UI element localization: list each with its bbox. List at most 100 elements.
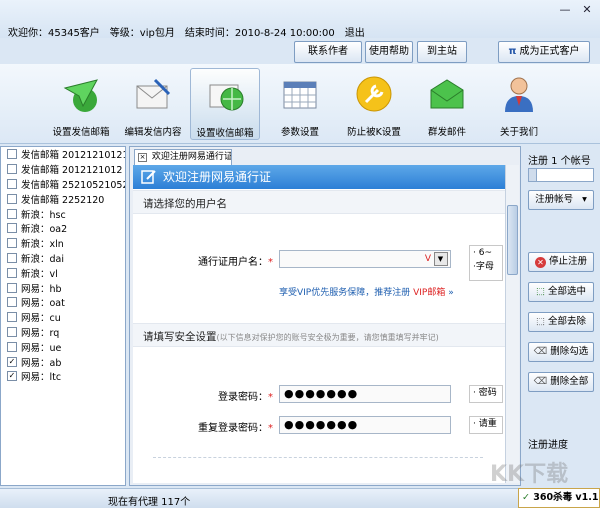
tool-set-receiver-mailbox[interactable]: 设置收信邮箱	[190, 68, 260, 140]
username-label: 通行证用户名：	[198, 257, 268, 268]
main-toolbar: 设置发信邮箱 编辑发信内容 设置收信邮箱 参数设置 防止被K设置 群发邮件 关于…	[0, 64, 600, 144]
wrench-icon	[356, 76, 392, 112]
stop-register-label: 停止注册	[549, 256, 588, 267]
list-item[interactable]: 网易：ue	[1, 339, 125, 354]
account-checkbox[interactable]	[7, 193, 17, 204]
calendar-grid-icon	[283, 81, 317, 109]
main-site-button[interactable]: 到主站	[417, 41, 467, 63]
account-checkbox[interactable]	[7, 149, 17, 160]
tool-set-sender-mailbox[interactable]: 设置发信邮箱	[46, 68, 116, 140]
account-label: 网易：ab	[21, 357, 62, 369]
delete-checked-button[interactable]: ⌫ 删除勾选	[528, 342, 594, 362]
select-all-icon: ⬚	[535, 286, 545, 297]
domain-dropdown-icon[interactable]: ▼	[434, 252, 448, 266]
list-item[interactable]: 新浪：dai	[1, 251, 125, 266]
account-checkbox[interactable]	[7, 312, 17, 323]
vip-arrow-icon: »	[448, 288, 454, 298]
tab-close-icon[interactable]: ×	[138, 153, 147, 162]
tab-netease-register[interactable]: × 欢迎注册网易通行证	[134, 149, 232, 165]
list-item[interactable]: 新浪：xln	[1, 236, 125, 251]
list-item[interactable]: 新浪：oa2	[1, 221, 125, 236]
password-input[interactable]: ●●●●●●●	[279, 385, 451, 403]
tool-anti-ban-settings[interactable]: 防止被K设置	[339, 68, 409, 140]
username-tip-box: · 6~ ·字母	[469, 245, 503, 281]
become-customer-button[interactable]: π 成为正式客户	[498, 41, 590, 63]
help-button[interactable]: 使用帮助	[365, 41, 413, 63]
list-item[interactable]: 新浪：vl	[1, 265, 125, 280]
security-section-title: 请填写安全设置	[143, 331, 217, 343]
account-label: 发信邮箱 2012121012	[21, 165, 123, 177]
tool-parameter-settings[interactable]: 参数设置	[265, 68, 335, 140]
account-label: 新浪：hsc	[21, 209, 66, 221]
list-item[interactable]: 发信邮箱 2012121012	[1, 162, 125, 177]
account-checkbox[interactable]	[7, 326, 17, 337]
eraser-icon: ⌫	[533, 346, 548, 357]
list-item[interactable]: ✓ 网易：ltc	[1, 369, 125, 384]
confirm-password-input[interactable]: ●●●●●●●	[279, 416, 451, 434]
browser-panel: × 欢迎注册网易通行证 欢迎注册网易通行证 请选择您的用户名 通行证用户名：* …	[129, 146, 521, 486]
list-item[interactable]: 网易：hb	[1, 280, 125, 295]
register-count-label: 注册 1 个帐号	[528, 156, 591, 167]
list-item[interactable]: 网易：rq	[1, 325, 125, 340]
page-scrollbar[interactable]	[505, 165, 519, 483]
status-bar: 现在有代理 117个	[0, 488, 600, 508]
tool-mass-send[interactable]: 群发邮件	[412, 68, 482, 140]
account-list: 发信邮箱 20121210121 发信邮箱 2012121012 发信邮箱 2521…	[0, 146, 126, 486]
register-banner: 欢迎注册网易通行证	[133, 165, 505, 189]
account-label: 网易：ltc	[21, 372, 62, 384]
account-checkbox[interactable]	[7, 252, 17, 263]
scroll-thumb[interactable]	[507, 205, 518, 275]
proxy-status-text: 现在有代理 117个	[108, 497, 191, 508]
registration-page: 欢迎注册网易通行证 请选择您的用户名 通行证用户名：* V ▼ · 6~ ·字母…	[133, 165, 505, 483]
username-input[interactable]: V ▼	[279, 250, 451, 268]
become-customer-label: 成为正式客户	[519, 46, 580, 57]
tool-about-us[interactable]: 关于我们	[484, 68, 554, 140]
account-checkbox[interactable]	[7, 341, 17, 352]
tool-label: 群发邮件	[427, 127, 466, 138]
username-tip-line1: · 6~	[473, 248, 492, 258]
list-item[interactable]: 发信邮箱 20121210121	[1, 147, 125, 162]
username-tip-line2: ·字母	[473, 262, 494, 272]
password-label: 登录密码：	[218, 392, 268, 403]
select-all-button[interactable]: ⬚ 全部选中	[528, 282, 594, 302]
tool-label: 编辑发信内容	[124, 127, 182, 138]
account-checkbox[interactable]: ✓	[7, 371, 17, 382]
delete-all-button[interactable]: ⌫ 删除全部	[528, 372, 594, 392]
list-item[interactable]: 网易：oat	[1, 295, 125, 310]
list-item[interactable]: 网易：cu	[1, 310, 125, 325]
account-label: 新浪：dai	[21, 253, 64, 265]
account-checkbox[interactable]	[7, 164, 17, 175]
security-section-header: 请填写安全设置(以下信息对保护您的账号安全极为重要，请您慎重填写并牢记)	[143, 329, 439, 344]
vip-mail-link[interactable]: VIP邮箱	[413, 288, 445, 298]
tab-label: 欢迎注册网易通行证	[151, 152, 232, 162]
list-item[interactable]: ✓ 网易：ab	[1, 354, 125, 369]
vip-recommend-line: 享受VIP优先服务保障，推荐注册 VIP邮箱 »	[279, 285, 454, 298]
account-checkbox[interactable]: ✓	[7, 356, 17, 367]
antivirus-badge: ✓ 360杀毒 v1.1	[518, 488, 600, 508]
confirm-tip-box: · 请重	[469, 416, 503, 434]
close-button[interactable]: ✕	[580, 4, 594, 16]
list-item[interactable]: 发信邮箱 2252120	[1, 191, 125, 206]
register-account-button[interactable]: 注册帐号 ▾	[528, 190, 594, 210]
list-item[interactable]: 新浪：hsc	[1, 206, 125, 221]
contact-author-button[interactable]: 联系作者	[294, 41, 362, 63]
minimize-button[interactable]: —	[558, 4, 572, 16]
register-count-slider[interactable]	[528, 168, 594, 182]
account-checkbox[interactable]	[7, 282, 17, 293]
account-label: 网易：hb	[21, 283, 62, 295]
account-checkbox[interactable]	[7, 267, 17, 278]
slider-thumb[interactable]	[529, 169, 537, 181]
tool-edit-content[interactable]: 编辑发信内容	[118, 68, 188, 140]
account-checkbox[interactable]	[7, 297, 17, 308]
account-checkbox[interactable]	[7, 208, 17, 219]
remove-all-button[interactable]: ⬚ 全部去除	[528, 312, 594, 332]
account-checkbox[interactable]	[7, 178, 17, 189]
account-checkbox[interactable]	[7, 238, 17, 249]
stop-register-button[interactable]: ✕ 停止注册	[528, 252, 594, 272]
register-account-label: 注册帐号	[535, 194, 574, 205]
account-checkbox[interactable]	[7, 223, 17, 234]
list-item[interactable]: 发信邮箱 2521052105211	[1, 177, 125, 192]
tool-label: 设置收信邮箱	[196, 128, 254, 139]
security-section-hint: (以下信息对保护您的账号安全极为重要，请您慎重填写并牢记)	[216, 333, 439, 342]
tool-label: 关于我们	[499, 127, 538, 138]
